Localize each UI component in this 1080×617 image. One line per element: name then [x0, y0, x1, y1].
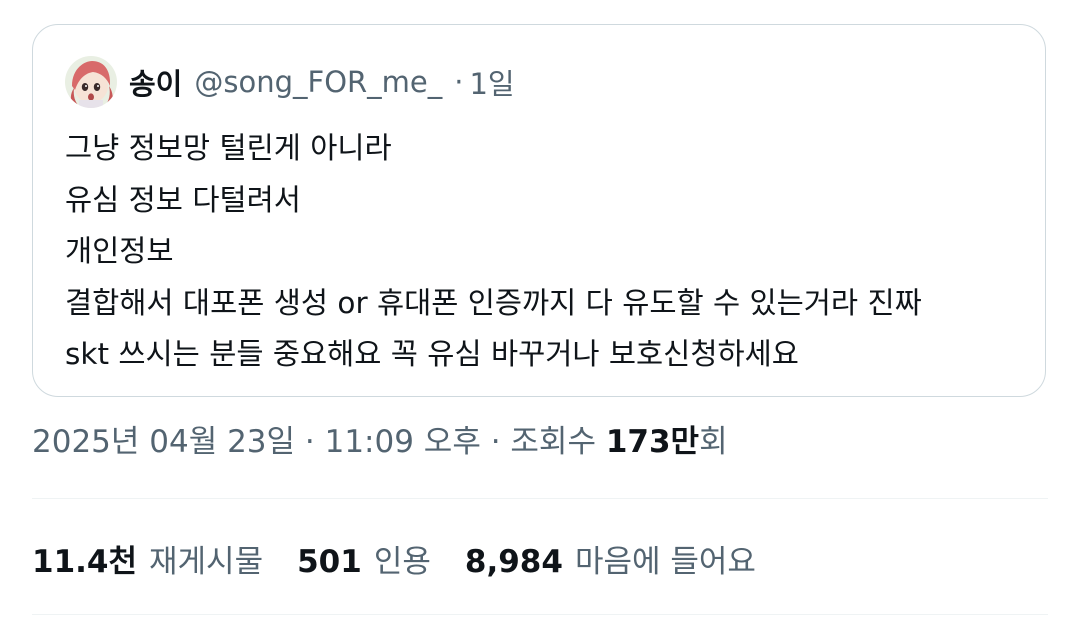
engagement-stats: 11.4천 재게시물 501 인용 8,984 마음에 들어요 [32, 534, 790, 582]
tweet-timestamp[interactable]: 2025년 04월 23일 · 11:09 오후 · 조회수 [32, 424, 606, 460]
likes-stat[interactable]: 8,984 마음에 들어요 [465, 536, 756, 581]
quotes-stat[interactable]: 501 인용 [297, 536, 431, 581]
quoted-time[interactable]: 1일 [469, 61, 514, 103]
tweet-text-line: 그냥 정보망 털린게 아니라 [65, 131, 392, 165]
divider [32, 498, 1048, 499]
quoted-display-name[interactable]: 송이 [129, 61, 182, 103]
quoted-tweet-text: 그냥 정보망 털린게 아니라 유심 정보 다털려서 개인정보 결합해서 대포폰 … [65, 123, 1025, 381]
avatar[interactable] [65, 56, 117, 108]
tweet-text-line: 개인정보 [65, 234, 174, 268]
tweet-text-line: skt 쓰시는 분들 중요해요 꼭 유심 바꾸거나 보호신청하세요 [65, 337, 799, 371]
tweet-text-line: 결합해서 대포폰 생성 or 휴대폰 인증까지 다 유도할 수 있는거라 진짜 [65, 285, 922, 320]
divider [32, 614, 1048, 615]
reposts-label: 재게시물 [149, 543, 264, 580]
quotes-label: 인용 [373, 543, 431, 580]
views-suffix: 회 [699, 424, 728, 460]
likes-count: 8,984 [464, 543, 563, 580]
quoted-handle[interactable]: @song_FOR_me_ [194, 65, 442, 99]
likes-label: 마음에 들어요 [574, 543, 756, 580]
avatar-anime-girl-icon [65, 56, 117, 108]
separator-dot: · [454, 65, 464, 99]
quoted-tweet-header: 송이 @song_FOR_me_ · 1일 [65, 56, 515, 108]
reposts-stat[interactable]: 11.4천 재게시물 [32, 536, 263, 581]
reposts-count: 11.4천 [32, 543, 138, 580]
tweet-meta: 2025년 04월 23일 · 11:09 오후 · 조회수 173만회 [32, 418, 728, 466]
quoted-tweet-card[interactable]: 송이 @song_FOR_me_ · 1일 그냥 정보망 털린게 아니라 유심 … [32, 24, 1046, 397]
tweet-text-line: 유심 정보 다털려서 [65, 182, 301, 217]
views-count: 173만 [605, 424, 700, 460]
quotes-count: 501 [297, 543, 362, 580]
